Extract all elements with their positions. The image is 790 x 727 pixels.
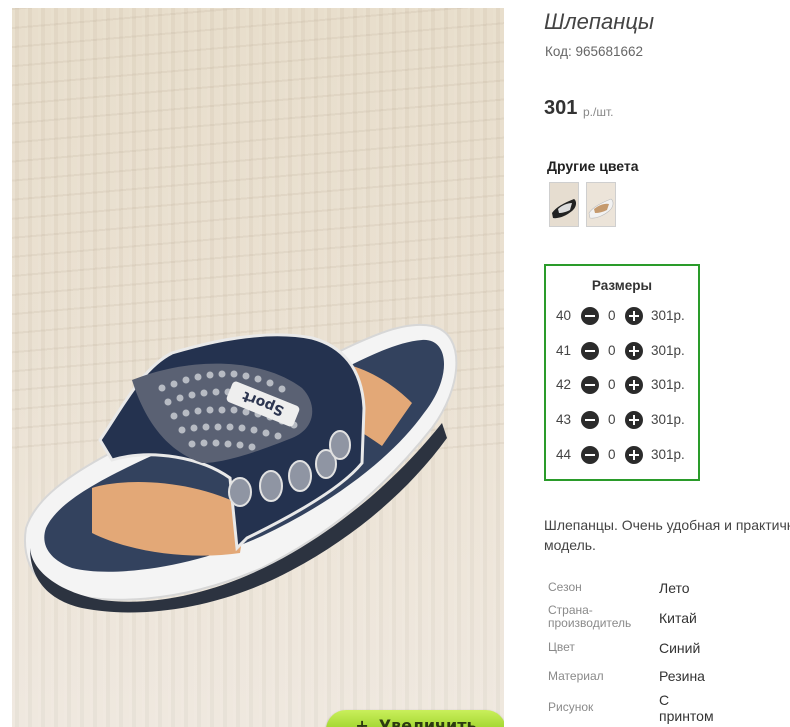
plus-icon[interactable]: [625, 376, 643, 394]
spec-value-material: Резина: [659, 668, 705, 684]
spec-value-pattern: С принтом: [659, 692, 714, 724]
size-row-41: 41 0 301р.: [546, 341, 698, 363]
plus-icon[interactable]: [625, 446, 643, 464]
minus-icon[interactable]: [581, 307, 599, 325]
size-number: 43: [556, 412, 572, 427]
plus-icon: +: [355, 716, 369, 727]
spec-label-material: Материал: [548, 669, 604, 683]
size-price: 301р.: [651, 343, 685, 358]
size-row-43: 43 0 301р.: [546, 410, 698, 432]
product-title: Шлепанцы: [544, 9, 655, 34]
size-quantity: 0: [608, 308, 616, 323]
size-row-40: 40 0 301р.: [546, 306, 698, 328]
size-price: 301р.: [651, 377, 685, 392]
plus-icon[interactable]: [625, 342, 643, 360]
spec-label-color: Цвет: [548, 640, 575, 654]
description-line-1: Шлепанцы. Очень удобная и практичная: [544, 517, 790, 533]
size-number: 41: [556, 343, 572, 358]
size-number: 42: [556, 377, 572, 392]
description-line-2: модель.: [544, 537, 596, 553]
spec-value-pattern-line-2: принтом: [659, 708, 714, 724]
size-quantity: 0: [608, 447, 616, 462]
size-quantity: 0: [608, 377, 616, 392]
size-price: 301р.: [651, 308, 685, 323]
size-price: 301р.: [651, 447, 685, 462]
size-quantity: 0: [608, 343, 616, 358]
color-swatch-black[interactable]: [549, 182, 579, 227]
size-row-44: 44 0 301р.: [546, 445, 698, 467]
sizes-panel: Размеры 40 0 301р. 41 0 301р. 42 0 301р.…: [544, 264, 700, 481]
zoom-button[interactable]: + Увеличить: [326, 710, 504, 727]
plus-icon[interactable]: [625, 307, 643, 325]
spec-label-country: Страна- производитель: [548, 604, 631, 630]
size-number: 44: [556, 447, 572, 462]
zoom-label: Увеличить: [378, 716, 477, 727]
color-swatch-beige[interactable]: [586, 182, 616, 227]
size-price: 301р.: [651, 412, 685, 427]
slipper-image: Sport: [24, 323, 458, 613]
other-colors-title: Другие цвета: [547, 158, 639, 174]
plus-icon[interactable]: [625, 411, 643, 429]
spec-label-country-line-1: Страна-: [548, 603, 593, 617]
spec-label-country-line-2: производитель: [548, 616, 632, 630]
product-description: Шлепанцы. Очень удобная и практичная мод…: [544, 515, 790, 555]
spec-value-pattern-line-1: С: [659, 692, 670, 708]
spec-label-pattern: Рисунок: [548, 700, 594, 714]
product-price: 301: [544, 97, 578, 119]
spec-value-season: Лето: [659, 580, 690, 596]
price-unit: р./шт.: [583, 105, 614, 119]
minus-icon[interactable]: [581, 411, 599, 429]
spec-value-color: Синий: [659, 640, 701, 656]
minus-icon[interactable]: [581, 342, 599, 360]
spec-value-country: Китай: [659, 610, 697, 626]
product-code: Код: 965681662: [545, 44, 644, 59]
size-number: 40: [556, 308, 572, 323]
minus-icon[interactable]: [581, 446, 599, 464]
size-quantity: 0: [608, 412, 616, 427]
sizes-title: Размеры: [591, 278, 653, 293]
spec-label-season: Сезон: [548, 580, 582, 594]
minus-icon[interactable]: [581, 376, 599, 394]
size-row-42: 42 0 301р.: [546, 375, 698, 397]
product-photo[interactable]: Sport + Увеличить: [12, 8, 504, 727]
